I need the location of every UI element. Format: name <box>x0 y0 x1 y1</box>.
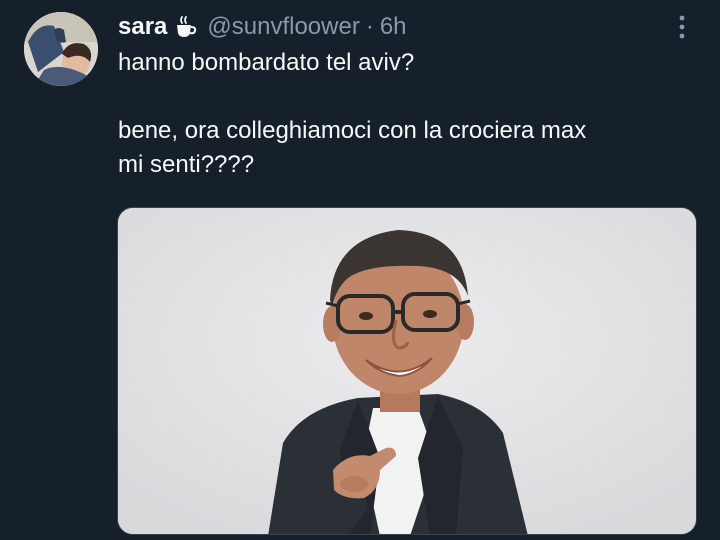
tweet-text-line-2: bene, ora colleghiamoci con la crociera … <box>118 117 587 178</box>
avatar-image <box>24 12 98 86</box>
tweet-text-spacer <box>118 80 698 114</box>
tweet-media-image[interactable] <box>117 207 697 535</box>
man-pointing-photo <box>118 208 696 534</box>
more-options-icon[interactable] <box>670 12 694 42</box>
tweet-text-line-1: hanno bombardato tel aviv? <box>118 49 415 76</box>
timestamp[interactable]: 6h <box>380 10 407 44</box>
tweet-text: hanno bombardato tel aviv? bene, ora col… <box>118 46 698 182</box>
avatar[interactable] <box>24 12 98 86</box>
tweet-header: sara @sunvfloower · 6h <box>118 10 407 44</box>
user-handle[interactable]: @sunvfloower <box>207 10 359 44</box>
display-name[interactable]: sara <box>118 10 167 44</box>
hot-beverage-icon <box>173 14 199 40</box>
tweet[interactable]: sara @sunvfloower · 6h hanno bombardato … <box>0 0 720 540</box>
separator-dot: · <box>365 13 374 40</box>
